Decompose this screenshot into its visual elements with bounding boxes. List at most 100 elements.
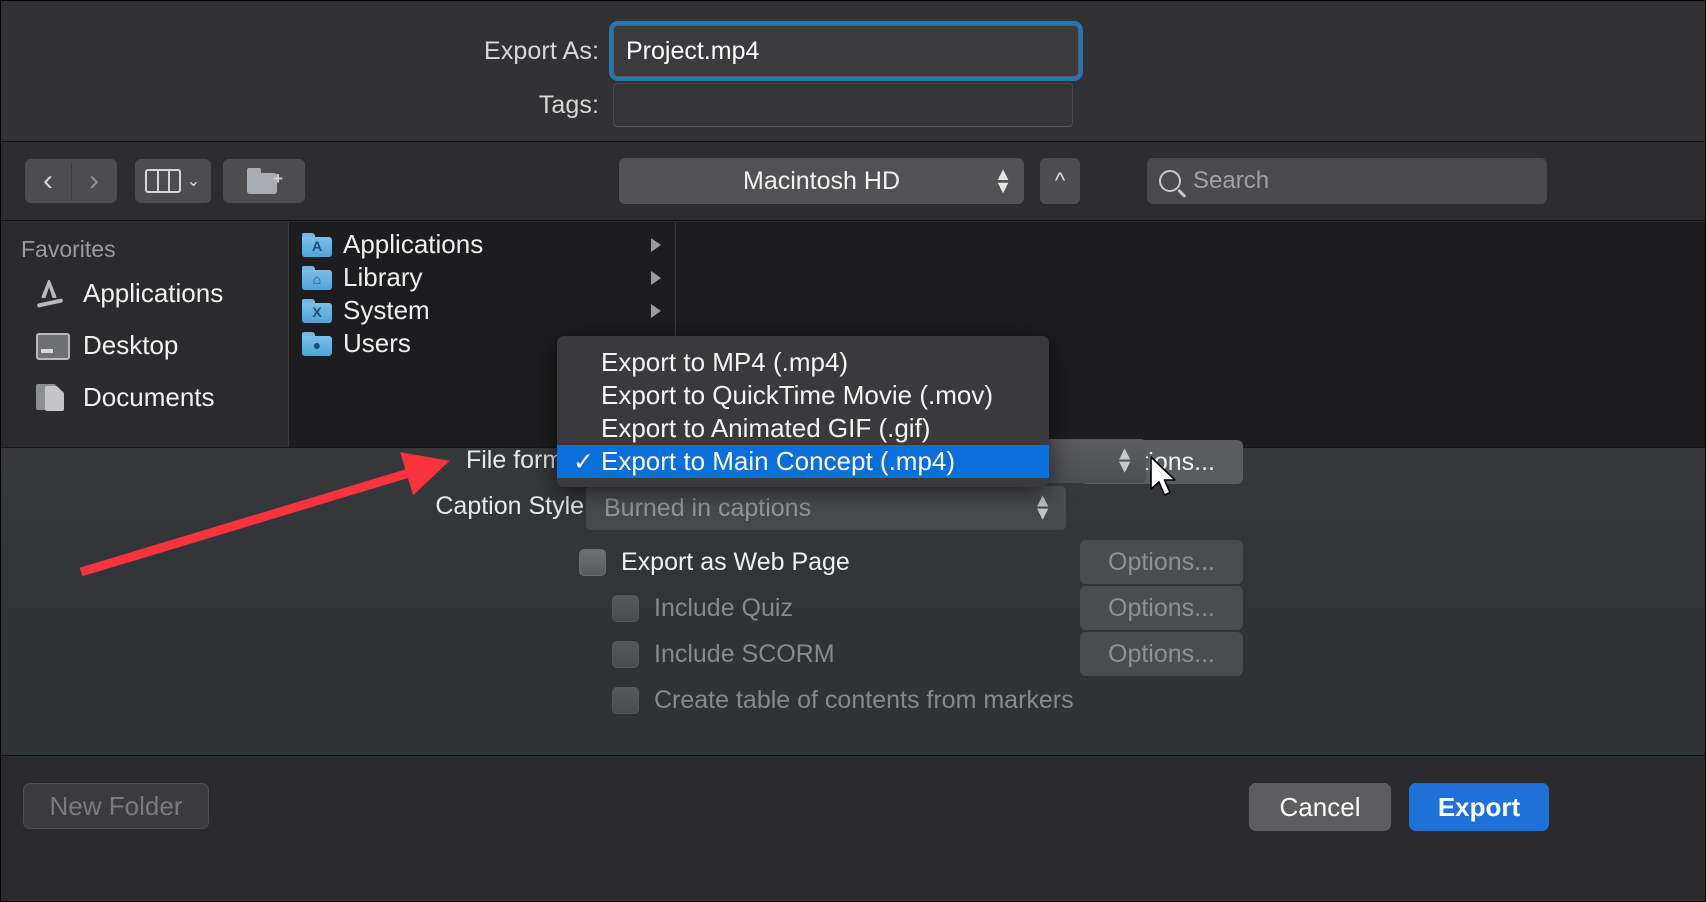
file-row-label: System [343, 295, 430, 326]
export-options-panel: File format: Options... Caption Style: B… [1, 447, 1706, 755]
folder-glyph: ⌂ [309, 272, 325, 287]
finder-toolbar: ‹ › ⌄ + Macintosh HD ▲▼ ^ [1, 143, 1706, 221]
web-page-options-button[interactable]: Options... [1080, 540, 1243, 584]
checkbox-icon[interactable] [612, 687, 639, 714]
new-folder-icon: + [247, 168, 281, 194]
file-row-library[interactable]: ⌂ Library [290, 261, 675, 294]
checkbox-icon[interactable] [612, 595, 639, 622]
sidebar-item-label: Applications [83, 278, 223, 309]
new-folder-button[interactable]: New Folder [23, 783, 209, 829]
back-button[interactable]: ‹ [25, 159, 71, 203]
menu-item-export-gif[interactable]: Export to Animated GIF (.gif) [557, 412, 1049, 445]
file-name-panel: Export As: Tags: [1, 1, 1706, 142]
cancel-button[interactable]: Cancel [1249, 783, 1391, 831]
chevron-down-icon: ⌄ [186, 171, 200, 191]
folder-icon: ● [302, 332, 332, 356]
sidebar-item-desktop[interactable]: Desktop [1, 319, 288, 371]
export-as-row: Export As: [373, 25, 1079, 77]
search-icon [1159, 170, 1181, 192]
caption-style-popup-button[interactable]: Burned in captions ▲▼ [586, 486, 1066, 530]
new-folder-label: New Folder [50, 791, 183, 822]
options-button-label: Options... [1108, 594, 1215, 623]
cancel-label: Cancel [1280, 792, 1361, 823]
export-as-label: Export As: [373, 37, 613, 66]
stepper-arrows-icon: ▲▼ [1033, 495, 1052, 522]
checkbox-icon[interactable] [612, 641, 639, 668]
menu-item-label: Export to QuickTime Movie (.mov) [601, 380, 993, 411]
new-folder-toolbar-button[interactable]: + [223, 159, 305, 203]
sidebar-item-applications[interactable]: Applications [1, 267, 288, 319]
folder-glyph: A [309, 239, 325, 254]
column-view-icon [145, 169, 181, 193]
chevron-right-icon: › [89, 166, 99, 196]
include-scorm-checkbox-row[interactable]: Include SCORM [612, 640, 835, 669]
menu-item-label: Export to MP4 (.mp4) [601, 347, 848, 378]
stepper-arrows-icon: ▲▼ [1115, 448, 1134, 475]
include-quiz-label: Include Quiz [654, 594, 793, 623]
export-as-web-page-label: Export as Web Page [621, 548, 850, 577]
sidebar: Favorites Applications Desktop Documents [1, 222, 289, 447]
folder-icon: A [302, 233, 332, 257]
go-up-button[interactable]: ^ [1040, 158, 1080, 204]
folder-icon: ⌂ [302, 266, 332, 290]
sidebar-item-label: Documents [83, 382, 215, 413]
caret-up-icon: ^ [1055, 168, 1065, 194]
search-input[interactable] [1191, 166, 1547, 196]
export-label: Export [1438, 792, 1520, 823]
export-dialog-window: Export As: Tags: ‹ › ⌄ + [0, 0, 1706, 902]
chevron-left-icon: ‹ [43, 166, 53, 196]
menu-item-label: Export to Animated GIF (.gif) [601, 413, 930, 444]
export-as-web-page-checkbox-row[interactable]: Export as Web Page [579, 548, 850, 577]
forward-button[interactable]: › [71, 159, 117, 203]
checkbox-icon[interactable] [579, 549, 606, 576]
tags-input[interactable] [614, 84, 1072, 126]
location-popup-button[interactable]: Macintosh HD ▲▼ [619, 158, 1024, 204]
applications-icon [33, 276, 69, 310]
stepper-arrows-icon: ▲▼ [994, 168, 1012, 194]
menu-item-export-quicktime[interactable]: Export to QuickTime Movie (.mov) [557, 379, 1049, 412]
options-button-label: Options... [1108, 548, 1215, 577]
quiz-options-button[interactable]: Options... [1080, 586, 1243, 630]
export-as-input[interactable] [614, 26, 1078, 76]
disclosure-triangle-icon [651, 304, 661, 318]
folder-glyph: ● [309, 338, 325, 353]
checkmark-icon: ✓ [573, 447, 601, 477]
file-format-label-wrap: File format: [186, 446, 591, 475]
export-as-field-wrapper[interactable] [613, 25, 1079, 77]
file-row-applications[interactable]: A Applications [290, 228, 675, 261]
sidebar-item-label: Desktop [83, 330, 178, 361]
folder-glyph: X [309, 305, 325, 320]
view-mode-button[interactable]: ⌄ [135, 159, 211, 203]
tags-label: Tags: [373, 91, 613, 120]
menu-item-label: Export to Main Concept (.mp4) [601, 446, 955, 477]
dialog-footer: New Folder Cancel Export [1, 755, 1706, 902]
file-row-label: Users [343, 328, 411, 359]
menu-item-export-mp4[interactable]: Export to MP4 (.mp4) [557, 346, 1049, 379]
file-row-label: Applications [343, 229, 483, 260]
nav-divider [71, 163, 72, 199]
desktop-icon [33, 328, 69, 362]
search-field[interactable] [1147, 158, 1547, 204]
caption-style-label: Caption Style: [435, 492, 591, 521]
options-button-label: Options... [1108, 640, 1215, 669]
file-format-dropdown-menu[interactable]: Export to MP4 (.mp4) Export to QuickTime… [557, 336, 1049, 487]
caption-style-value: Burned in captions [604, 494, 811, 523]
sidebar-item-documents[interactable]: Documents [1, 371, 288, 423]
tags-field-wrapper[interactable] [613, 83, 1073, 127]
create-toc-checkbox-row[interactable]: Create table of contents from markers [612, 686, 1074, 715]
file-row-system[interactable]: X System [290, 294, 675, 327]
documents-icon [33, 380, 69, 414]
create-toc-label: Create table of contents from markers [654, 686, 1074, 715]
disclosure-triangle-icon [651, 271, 661, 285]
folder-icon: X [302, 299, 332, 323]
disclosure-triangle-icon [651, 238, 661, 252]
location-label: Macintosh HD [743, 167, 900, 196]
scorm-options-button[interactable]: Options... [1080, 632, 1243, 676]
include-quiz-checkbox-row[interactable]: Include Quiz [612, 594, 793, 623]
include-scorm-label: Include SCORM [654, 640, 835, 669]
menu-item-export-main-concept[interactable]: ✓ Export to Main Concept (.mp4) [557, 445, 1049, 478]
mouse-cursor [1149, 456, 1183, 504]
export-button[interactable]: Export [1409, 783, 1549, 831]
sidebar-section-favorites: Favorites [1, 222, 288, 267]
tags-row: Tags: [373, 83, 1073, 127]
